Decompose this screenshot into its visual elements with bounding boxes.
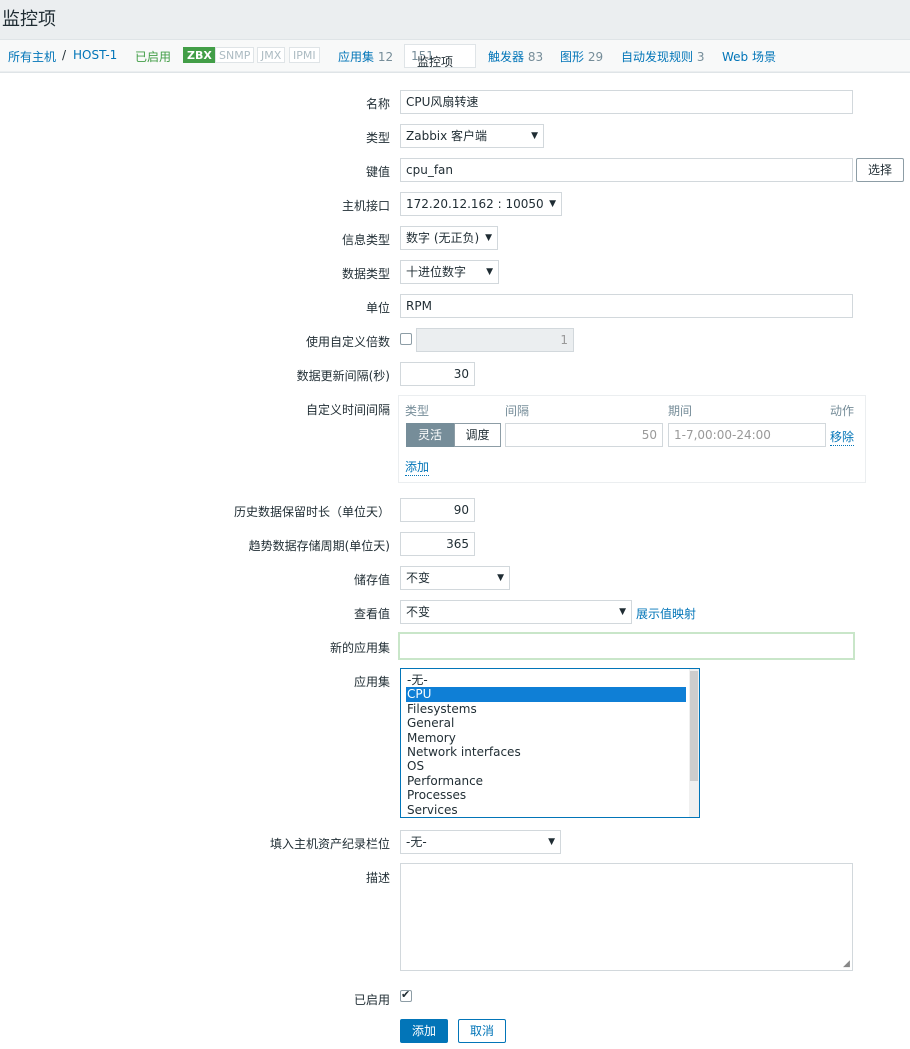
breadcrumb-separator: / <box>62 48 67 62</box>
host-navigation: 所有主机 / HOST-1 已启用 ZBX SNMP JMX IPMI 应用集 … <box>0 39 910 71</box>
inventory-select[interactable]: -无- ▼ <box>400 830 561 854</box>
interval-action-header: 动作 <box>830 404 855 418</box>
info-type-label: 信息类型 <box>341 233 390 247</box>
chevron-down-icon: ▼ <box>548 837 555 847</box>
store-value-label: 储存值 <box>353 573 390 587</box>
host-link[interactable]: HOST-1 <box>73 48 117 62</box>
chevron-down-icon: ▼ <box>619 607 626 617</box>
tab-items[interactable]: 监控项 151 <box>404 44 476 69</box>
update-interval-label: 数据更新间隔(秒) <box>296 369 390 383</box>
list-item[interactable]: General <box>406 716 686 731</box>
show-value-select[interactable]: 不变 ▼ <box>400 600 632 624</box>
type-select[interactable]: Zabbix 客户端 ▼ <box>400 124 544 148</box>
interval-type-scheduling[interactable]: 调度 <box>454 423 501 447</box>
value-mapping-link[interactable]: 展示值映射 <box>636 605 696 622</box>
resize-grip-icon[interactable]: ◢ <box>843 959 850 969</box>
update-interval-input[interactable]: 30 <box>400 362 475 386</box>
zbx-badge: ZBX <box>183 47 216 63</box>
ipmi-badge: IPMI <box>289 47 320 63</box>
key-label: 键值 <box>365 165 390 179</box>
interval-period-header: 期间 <box>668 404 693 418</box>
multiplier-label: 使用自定义倍数 <box>305 335 390 349</box>
interval-period-input[interactable]: 1-7,00:00-24:00 <box>668 423 826 447</box>
list-item[interactable]: Network interfaces <box>406 745 686 760</box>
new-application-label: 新的应用集 <box>329 641 390 655</box>
inventory-label: 填入主机资产纪录栏位 <box>269 837 390 851</box>
applications-listbox[interactable]: -无- CPU Filesystems General Memory Netwo… <box>400 668 700 818</box>
interval-value-input[interactable]: 50 <box>505 423 663 447</box>
new-application-input[interactable] <box>398 632 855 660</box>
data-type-select[interactable]: 十进位数字 ▼ <box>400 260 499 284</box>
type-label: 类型 <box>365 131 390 145</box>
cancel-button[interactable]: 取消 <box>458 1019 506 1043</box>
interval-add-link[interactable]: 添加 <box>405 458 430 476</box>
tab-applications[interactable]: 应用集 12 <box>338 48 393 65</box>
all-hosts-link[interactable]: 所有主机 <box>8 48 56 65</box>
data-type-label: 数据类型 <box>341 267 390 281</box>
units-label: 单位 <box>365 301 390 315</box>
multiplier-checkbox[interactable] <box>400 333 412 345</box>
enabled-checkbox[interactable] <box>400 988 412 1002</box>
key-input[interactable]: cpu_fan <box>400 158 853 182</box>
chevron-down-icon: ▼ <box>549 199 556 209</box>
chevron-down-icon: ▼ <box>497 573 504 583</box>
add-button[interactable]: 添加 <box>400 1019 448 1043</box>
tab-discovery[interactable]: 自动发现规则 3 <box>621 48 704 65</box>
multiplier-input: 1 <box>416 328 574 352</box>
enabled-label: 已启用 <box>353 993 390 1007</box>
host-interface-label: 主机接口 <box>341 199 390 213</box>
list-item[interactable]: OS <box>406 759 686 774</box>
name-label: 名称 <box>365 97 390 111</box>
list-item[interactable]: -无- <box>406 673 686 688</box>
list-item[interactable]: Processes <box>406 788 686 803</box>
interval-remove-link[interactable]: 移除 <box>830 428 855 446</box>
description-textarea[interactable] <box>400 863 853 971</box>
list-item[interactable]: Performance <box>406 774 686 789</box>
store-value-select[interactable]: 不变 ▼ <box>400 566 510 590</box>
item-form: 名称 CPU风扇转速 类型 Zabbix 客户端 ▼ 键值 cpu_fan 选择 … <box>0 72 910 1049</box>
custom-intervals-table: 类型 间隔 期间 动作 灵活 调度 50 1-7,00:00-24:00 移除 … <box>398 395 866 483</box>
history-label: 历史数据保留时长（单位天） <box>233 505 390 519</box>
tab-graphs[interactable]: 图形 29 <box>560 48 603 65</box>
tab-web[interactable]: Web 场景 <box>722 48 776 65</box>
interval-type-flexible[interactable]: 灵活 <box>406 423 454 447</box>
list-item[interactable]: Filesystems <box>406 702 686 717</box>
host-status[interactable]: 已启用 <box>135 48 171 65</box>
page-title: 监控项 <box>2 9 56 30</box>
history-input[interactable]: 90 <box>400 498 475 522</box>
jmx-badge: JMX <box>257 47 286 63</box>
trends-input[interactable]: 365 <box>400 532 475 556</box>
interval-interval-header: 间隔 <box>505 404 530 418</box>
key-select-button[interactable]: 选择 <box>856 158 904 182</box>
show-value-label: 查看值 <box>353 607 390 621</box>
list-item[interactable]: Memory <box>406 731 686 746</box>
snmp-badge: SNMP <box>215 47 255 63</box>
custom-intervals-label: 自定义时间间隔 <box>305 403 390 417</box>
units-input[interactable]: RPM <box>400 294 853 318</box>
chevron-down-icon: ▼ <box>485 233 492 243</box>
description-label: 描述 <box>365 871 390 885</box>
trends-label: 趋势数据存储周期(单位天) <box>248 539 390 553</box>
chevron-down-icon: ▼ <box>531 131 538 141</box>
list-item-selected[interactable]: CPU <box>406 687 686 702</box>
interval-type-header: 类型 <box>405 404 430 418</box>
tab-triggers[interactable]: 触发器 83 <box>488 48 543 65</box>
host-interface-select[interactable]: 172.20.12.162 : 10050 ▼ <box>400 192 562 216</box>
listbox-scrollbar[interactable] <box>689 669 699 817</box>
applications-label: 应用集 <box>353 675 390 689</box>
list-item[interactable]: Services <box>406 803 686 817</box>
tab-items-label: 监控项 <box>417 55 454 69</box>
info-type-select[interactable]: 数字 (无正负) ▼ <box>400 226 498 250</box>
name-input[interactable]: CPU风扇转速 <box>400 90 853 114</box>
chevron-down-icon: ▼ <box>486 267 493 277</box>
scrollbar-thumb[interactable] <box>690 671 698 781</box>
